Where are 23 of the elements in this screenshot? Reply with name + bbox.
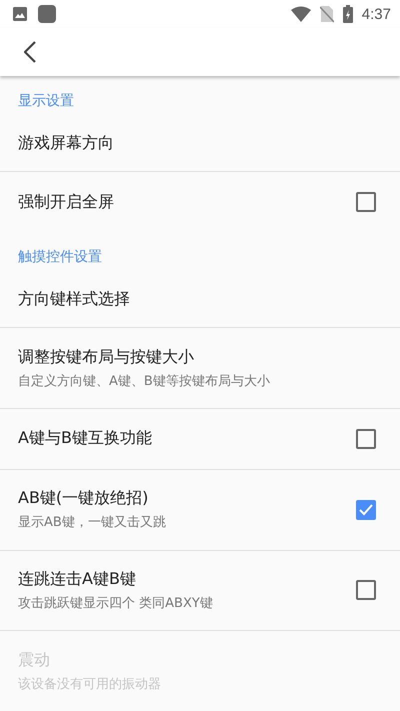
checkbox[interactable] bbox=[356, 192, 376, 212]
preference-title: 方向键样式选择 bbox=[18, 288, 130, 310]
preference-title: 游戏屏幕方向 bbox=[18, 132, 114, 154]
preference-summary: 自定义方向键、A键、B键等按键布局与大小 bbox=[18, 372, 270, 390]
image-icon bbox=[12, 6, 28, 22]
preference-summary: 攻击跳跃键显示四个 类同ABXY键 bbox=[18, 594, 213, 612]
preference-summary: 显示AB键，一键又击又跳 bbox=[18, 514, 166, 532]
preference-title: 连跳连击A键B键 bbox=[18, 568, 137, 590]
wifi-icon bbox=[290, 6, 311, 22]
category-header: 触摸控件设置 bbox=[17, 248, 103, 268]
app-icon bbox=[38, 5, 56, 23]
back-icon bbox=[24, 41, 36, 63]
checkbox[interactable] bbox=[356, 500, 376, 520]
preference-title: 强制开启全屏 bbox=[18, 192, 114, 213]
no-sim-icon bbox=[320, 5, 334, 23]
category-header: 显示设置 bbox=[17, 92, 75, 111]
preference-title: AB键(一键放绝招) bbox=[18, 488, 150, 510]
checkbox[interactable] bbox=[356, 580, 376, 600]
checkbox[interactable] bbox=[356, 428, 376, 449]
preference-title: 调整按键布局与按键大小 bbox=[18, 346, 195, 368]
preference-title: A键与B键互换功能 bbox=[18, 428, 152, 450]
status-time: 4:37 bbox=[362, 6, 391, 22]
battery-charging-icon bbox=[342, 5, 353, 23]
